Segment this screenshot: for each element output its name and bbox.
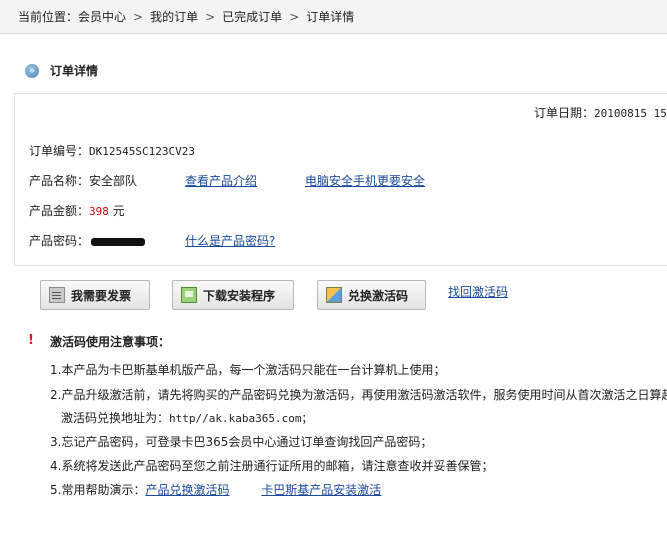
- notice-item-4: 4.系统将发送此产品密码至您之前注册通行证所用的邮箱，请注意查收并妥善保管；: [50, 459, 494, 473]
- notice-item-5: 5.常用帮助演示：产品兑换激活码 卡巴斯基产品安装激活: [50, 481, 381, 498]
- masked-password: [91, 237, 146, 246]
- help-exchange-code-link[interactable]: 产品兑换激活码: [145, 483, 229, 497]
- breadcrumb-separator: >: [133, 9, 144, 24]
- breadcrumb-separator: >: [205, 9, 216, 24]
- pc-mobile-security-link[interactable]: 电脑安全手机更要安全: [305, 172, 425, 189]
- notice-item-1: 1.本产品为卡巴斯基单机版产品，每一个激活码只能在一台计算机上使用；: [50, 363, 446, 377]
- invoice-button-label: 我需要发票: [71, 288, 132, 303]
- breadcrumb-item-completed-orders[interactable]: 已完成订单: [222, 8, 282, 25]
- exchange-address-url: http//ak.kaba365.com；: [169, 412, 313, 425]
- product-amount-value: 398: [89, 205, 109, 218]
- order-date-label: 订单日期：: [534, 106, 595, 120]
- notice-item-2-url-row: 激活码兑换地址为：http//ak.kaba365.com；: [61, 409, 312, 426]
- view-product-intro-link[interactable]: 查看产品介绍: [185, 172, 257, 189]
- order-date-value: 20100815 15: [594, 107, 667, 120]
- product-password-row: 产品密码：: [29, 232, 146, 249]
- notice-item-3: 3.忘记产品密码，可登录卡巴365会员中心通过订单查询找回产品密码；: [50, 435, 433, 449]
- product-amount-row: 产品金额：398 元: [29, 202, 125, 219]
- breadcrumb-item-my-orders[interactable]: 我的订单: [150, 8, 198, 25]
- find-activation-code-link[interactable]: 找回激活码: [448, 283, 508, 300]
- product-name-label: 产品名称：: [29, 174, 90, 188]
- arrow-circle-icon: »: [25, 63, 39, 78]
- exchange-icon: [326, 287, 342, 303]
- breadcrumb-prefix: 当前位置：: [18, 10, 79, 24]
- product-amount-label: 产品金额：: [29, 204, 90, 218]
- invoice-button[interactable]: 我需要发票: [40, 280, 150, 310]
- product-name-row: 产品名称：安全部队: [29, 172, 137, 189]
- exclamation-icon: !: [28, 333, 34, 348]
- order-number-label: 订单编号：: [29, 144, 90, 158]
- invoice-icon: [49, 287, 65, 303]
- exchange-code-button[interactable]: 兑换激活码: [317, 280, 426, 310]
- breadcrumb-separator: >: [289, 9, 300, 24]
- page-title: 订单详情: [50, 64, 99, 78]
- download-installer-button[interactable]: 下载安装程序: [172, 280, 294, 310]
- breadcrumb-item-order-detail: 订单详情: [306, 10, 355, 24]
- product-password-label: 产品密码：: [29, 234, 90, 248]
- order-info-panel: 订单日期：20100815 15 订单编号：DK12545SC123CV23 产…: [14, 93, 667, 266]
- help-demo-label: 5.常用帮助演示：: [50, 483, 146, 497]
- breadcrumb: 当前位置： 会员中心 > 我的订单 > 已完成订单 > 订单详情: [0, 0, 667, 34]
- order-number-row: 订单编号：DK12545SC123CV23: [29, 142, 195, 159]
- what-is-password-link[interactable]: 什么是产品密码?: [185, 232, 275, 249]
- notice-title: 激活码使用注意事项：: [50, 335, 171, 349]
- order-number-value: DK12545SC123CV23: [89, 145, 195, 158]
- notice-item-2: 2.产品升级激活前，请先将购买的产品密码兑换为激活码，再使用激活码激活软件，服务…: [50, 388, 667, 402]
- exchange-button-label: 兑换激活码: [348, 288, 409, 303]
- product-amount-unit: 元: [112, 204, 125, 218]
- page-title-row: » 订单详情: [25, 62, 98, 79]
- product-name-value: 安全部队: [89, 174, 138, 188]
- exchange-address-label: 激活码兑换地址为：: [61, 411, 170, 425]
- download-icon: [181, 287, 197, 303]
- order-date: 订单日期：20100815 15: [534, 104, 667, 121]
- download-button-label: 下载安装程序: [203, 288, 276, 303]
- breadcrumb-item-member-center[interactable]: 会员中心: [78, 8, 126, 25]
- help-install-activate-link[interactable]: 卡巴斯基产品安装激活: [261, 483, 381, 497]
